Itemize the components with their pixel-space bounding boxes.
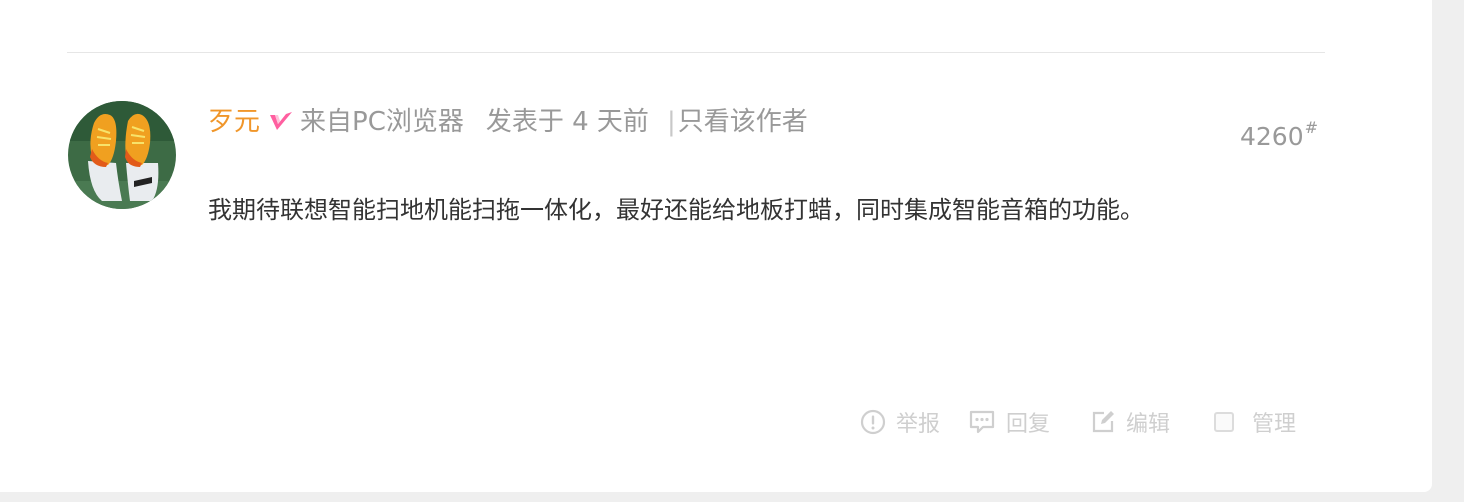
floor-number[interactable]: 4260# [1240, 118, 1318, 151]
floor-number-value: 4260 [1240, 122, 1304, 151]
post-actions: 举报 回复 编辑 管理 [860, 404, 1296, 440]
report-label: 举报 [896, 412, 941, 437]
post-card: 歹元 来自PC浏览器 发表于 4 天前 |只看该作者 4260# 我期待联想智能扫地机… [0, 0, 1432, 492]
manage-button[interactable]: 管理 [1214, 406, 1296, 438]
avatar[interactable] [68, 101, 176, 209]
post-content: 我期待联想智能扫地机能扫拖一体化，最好还能给地板打蜡，同时集成智能音箱的功能。 [208, 196, 1144, 224]
author-name[interactable]: 歹元 [208, 107, 260, 137]
report-button[interactable]: 举报 [860, 406, 940, 438]
floor-mark: # [1304, 118, 1319, 137]
only-author-link[interactable]: 只看该作者 [678, 107, 808, 137]
vip-badge-icon [266, 106, 296, 136]
reply-label: 回复 [1006, 412, 1051, 437]
manage-label: 管理 [1252, 412, 1297, 437]
page: 歹元 来自PC浏览器 发表于 4 天前 |只看该作者 4260# 我期待联想智能扫地机… [0, 0, 1464, 502]
divider [67, 52, 1325, 53]
avatar-image [68, 101, 176, 209]
checkbox-icon[interactable] [1214, 412, 1235, 432]
exclamation-circle-icon [860, 409, 886, 435]
meta-separator: | [666, 107, 676, 137]
speech-bubble-icon [969, 410, 995, 434]
post-source: 来自PC浏览器 [300, 107, 464, 137]
edit-button[interactable]: 编辑 [1090, 406, 1170, 438]
post-meta: 歹元 来自PC浏览器 发表于 4 天前 |只看该作者 [208, 104, 808, 140]
post-time: 发表于 4 天前 [485, 107, 649, 137]
pencil-square-icon [1092, 411, 1115, 433]
reply-button[interactable]: 回复 [968, 406, 1050, 438]
edit-label: 编辑 [1126, 412, 1171, 437]
